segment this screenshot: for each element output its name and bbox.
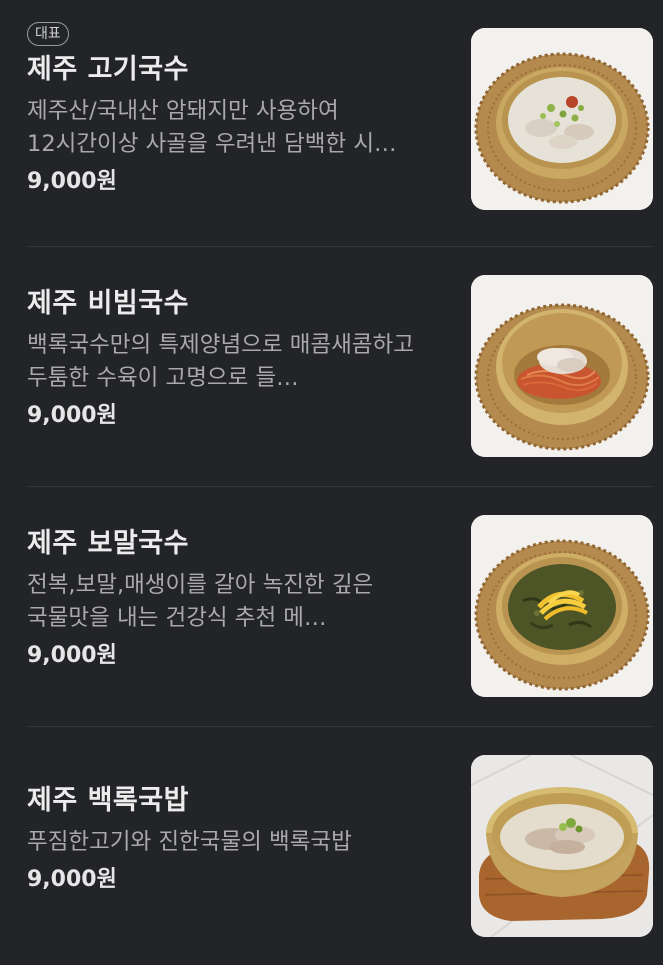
menu-item-name: 제주 고기국수	[27, 54, 189, 85]
menu-item[interactable]: 대표 제주 고기국수 제주산/국내산 암돼지만 사용하여 12시간이상 사골을 …	[0, 0, 663, 246]
menu-item[interactable]: 제주 비빔국수 백록국수만의 특제양념으로 매콤새콤하고 두툼한 수육이 고명으…	[0, 247, 663, 486]
menu-item-name: 제주 백록국밥	[27, 785, 189, 816]
pork-noodle-soup-photo[interactable]	[471, 28, 653, 210]
menu-item-description: 푸짐한고기와 진한국물의 백록국밥	[27, 829, 352, 855]
menu-item-price: 9,000원	[27, 643, 117, 668]
pork-rice-soup-photo[interactable]	[471, 755, 653, 937]
menu-item-description: 전복,보말,매생이를 갈아 녹진한 깊은 국물맛을 내는 건강식 추천 메…	[27, 572, 374, 631]
menu-list: 대표 제주 고기국수 제주산/국내산 암돼지만 사용하여 12시간이상 사골을 …	[0, 0, 663, 965]
seaweed-noodle-soup-photo[interactable]	[471, 515, 653, 697]
menu-item-price: 9,000원	[27, 867, 117, 892]
menu-item-text: 제주 보말국수 전복,보말,매생이를 갈아 녹진한 깊은 국물맛을 내는 건강식…	[27, 526, 452, 671]
menu-item-text: 제주 비빔국수 백록국수만의 특제양념으로 매콤새콤하고 두툼한 수육이 고명으…	[27, 286, 452, 431]
menu-item-price: 9,000원	[27, 403, 117, 428]
menu-item[interactable]: 제주 보말국수 전복,보말,매생이를 갈아 녹진한 깊은 국물맛을 내는 건강식…	[0, 487, 663, 726]
menu-item-description: 제주산/국내산 암돼지만 사용하여 12시간이상 사골을 우려낸 담백한 시…	[27, 98, 397, 157]
menu-item-text: 대표 제주 고기국수 제주산/국내산 암돼지만 사용하여 12시간이상 사골을 …	[27, 22, 452, 197]
menu-item-name: 제주 보말국수	[27, 528, 189, 559]
menu-item-price: 9,000원	[27, 169, 117, 194]
spicy-mixed-noodle-photo[interactable]	[471, 275, 653, 457]
menu-item-text: 제주 백록국밥 푸짐한고기와 진한국물의 백록국밥 9,000원	[27, 783, 452, 895]
menu-item-name: 제주 비빔국수	[27, 288, 189, 319]
menu-item-description: 백록국수만의 특제양념으로 매콤새콤하고 두툼한 수육이 고명으로 들…	[27, 332, 414, 391]
menu-item[interactable]: 제주 백록국밥 푸짐한고기와 진한국물의 백록국밥 9,000원	[0, 727, 663, 965]
signature-badge: 대표	[27, 22, 69, 46]
